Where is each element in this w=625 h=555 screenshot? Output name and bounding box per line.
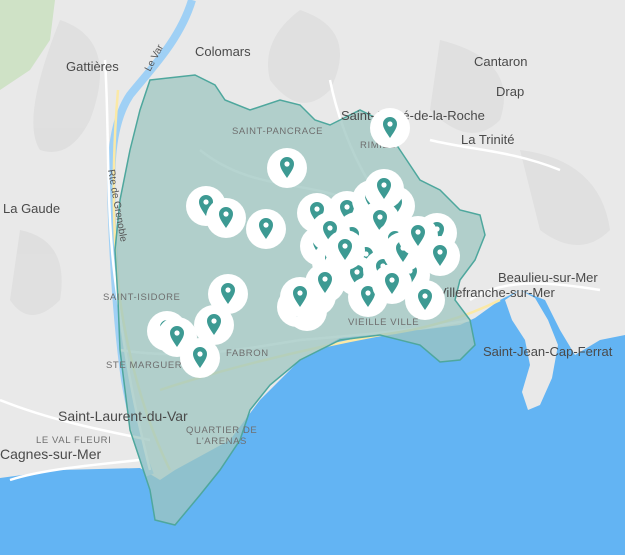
pin-dot: [263, 222, 269, 228]
map-marker[interactable]: [398, 216, 438, 256]
pin-dot: [437, 249, 443, 255]
pin-dot: [342, 243, 348, 249]
pin-dot: [297, 290, 303, 296]
map-marker[interactable]: [206, 198, 246, 238]
label-drap: Drap: [496, 84, 524, 99]
map-marker[interactable]: [370, 108, 410, 148]
label-vieille-ville: VIEILLE VILLE: [348, 317, 419, 328]
pin-dot: [365, 290, 371, 296]
pin-dot: [284, 161, 290, 167]
pin-dot: [387, 121, 393, 127]
label-cantaron: Cantaron: [474, 54, 527, 69]
map-canvas[interactable]: Colomars Gattières Cantaron Drap Saint-A…: [0, 0, 625, 555]
pin-dot: [203, 199, 209, 205]
label-le-val-fleuri: LE VAL FLEURI: [36, 435, 111, 446]
label-saint-jean: Saint-Jean-Cap-Ferrat: [483, 344, 613, 359]
map-marker[interactable]: [364, 169, 404, 209]
label-ste-marguerite: STE MARGUER: [106, 360, 182, 371]
map-marker[interactable]: [325, 230, 365, 270]
label-saint-laurent: Saint-Laurent-du-Var: [58, 408, 188, 424]
label-cagnes: Cagnes-sur-Mer: [0, 446, 101, 462]
label-saint-isidore: SAINT-ISIDORE: [103, 292, 180, 303]
pin-dot: [223, 211, 229, 217]
pin-dot: [344, 204, 350, 210]
label-fabron: FABRON: [226, 348, 269, 359]
pin-dot: [422, 293, 428, 299]
label-colomars: Colomars: [195, 44, 251, 59]
pin-dot: [197, 351, 203, 357]
label-quartier-arenas-2: L'ARENAS: [196, 436, 247, 447]
pin-dot: [381, 182, 387, 188]
map-marker[interactable]: [372, 264, 412, 304]
pin-dot: [389, 277, 395, 283]
pin-dot: [174, 330, 180, 336]
pin-dot: [377, 214, 383, 220]
label-gattieres: Gattières: [66, 59, 119, 74]
pin-dot: [211, 318, 217, 324]
map-marker[interactable]: [246, 209, 286, 249]
label-la-gaude: La Gaude: [3, 201, 60, 216]
pin-dot: [327, 225, 333, 231]
label-saint-pancrace: SAINT-PANCRACE: [232, 126, 323, 137]
pin-dot: [322, 276, 328, 282]
map-marker[interactable]: [180, 338, 220, 378]
pin-dot: [354, 269, 360, 275]
pin-dot: [314, 206, 320, 212]
map-marker[interactable]: [280, 277, 320, 317]
label-villefranche: Villefranche-sur-Mer: [438, 285, 555, 300]
label-saint-andre: Saint-André-de-la-Roche: [341, 108, 485, 123]
map-marker[interactable]: [267, 148, 307, 188]
label-beaulieu: Beaulieu-sur-Mer: [498, 270, 598, 285]
label-la-trinite: La Trinité: [461, 132, 514, 147]
label-quartier-arenas-1: QUARTIER DE: [186, 425, 257, 436]
pin-dot: [225, 287, 231, 293]
pin-dot: [415, 229, 421, 235]
